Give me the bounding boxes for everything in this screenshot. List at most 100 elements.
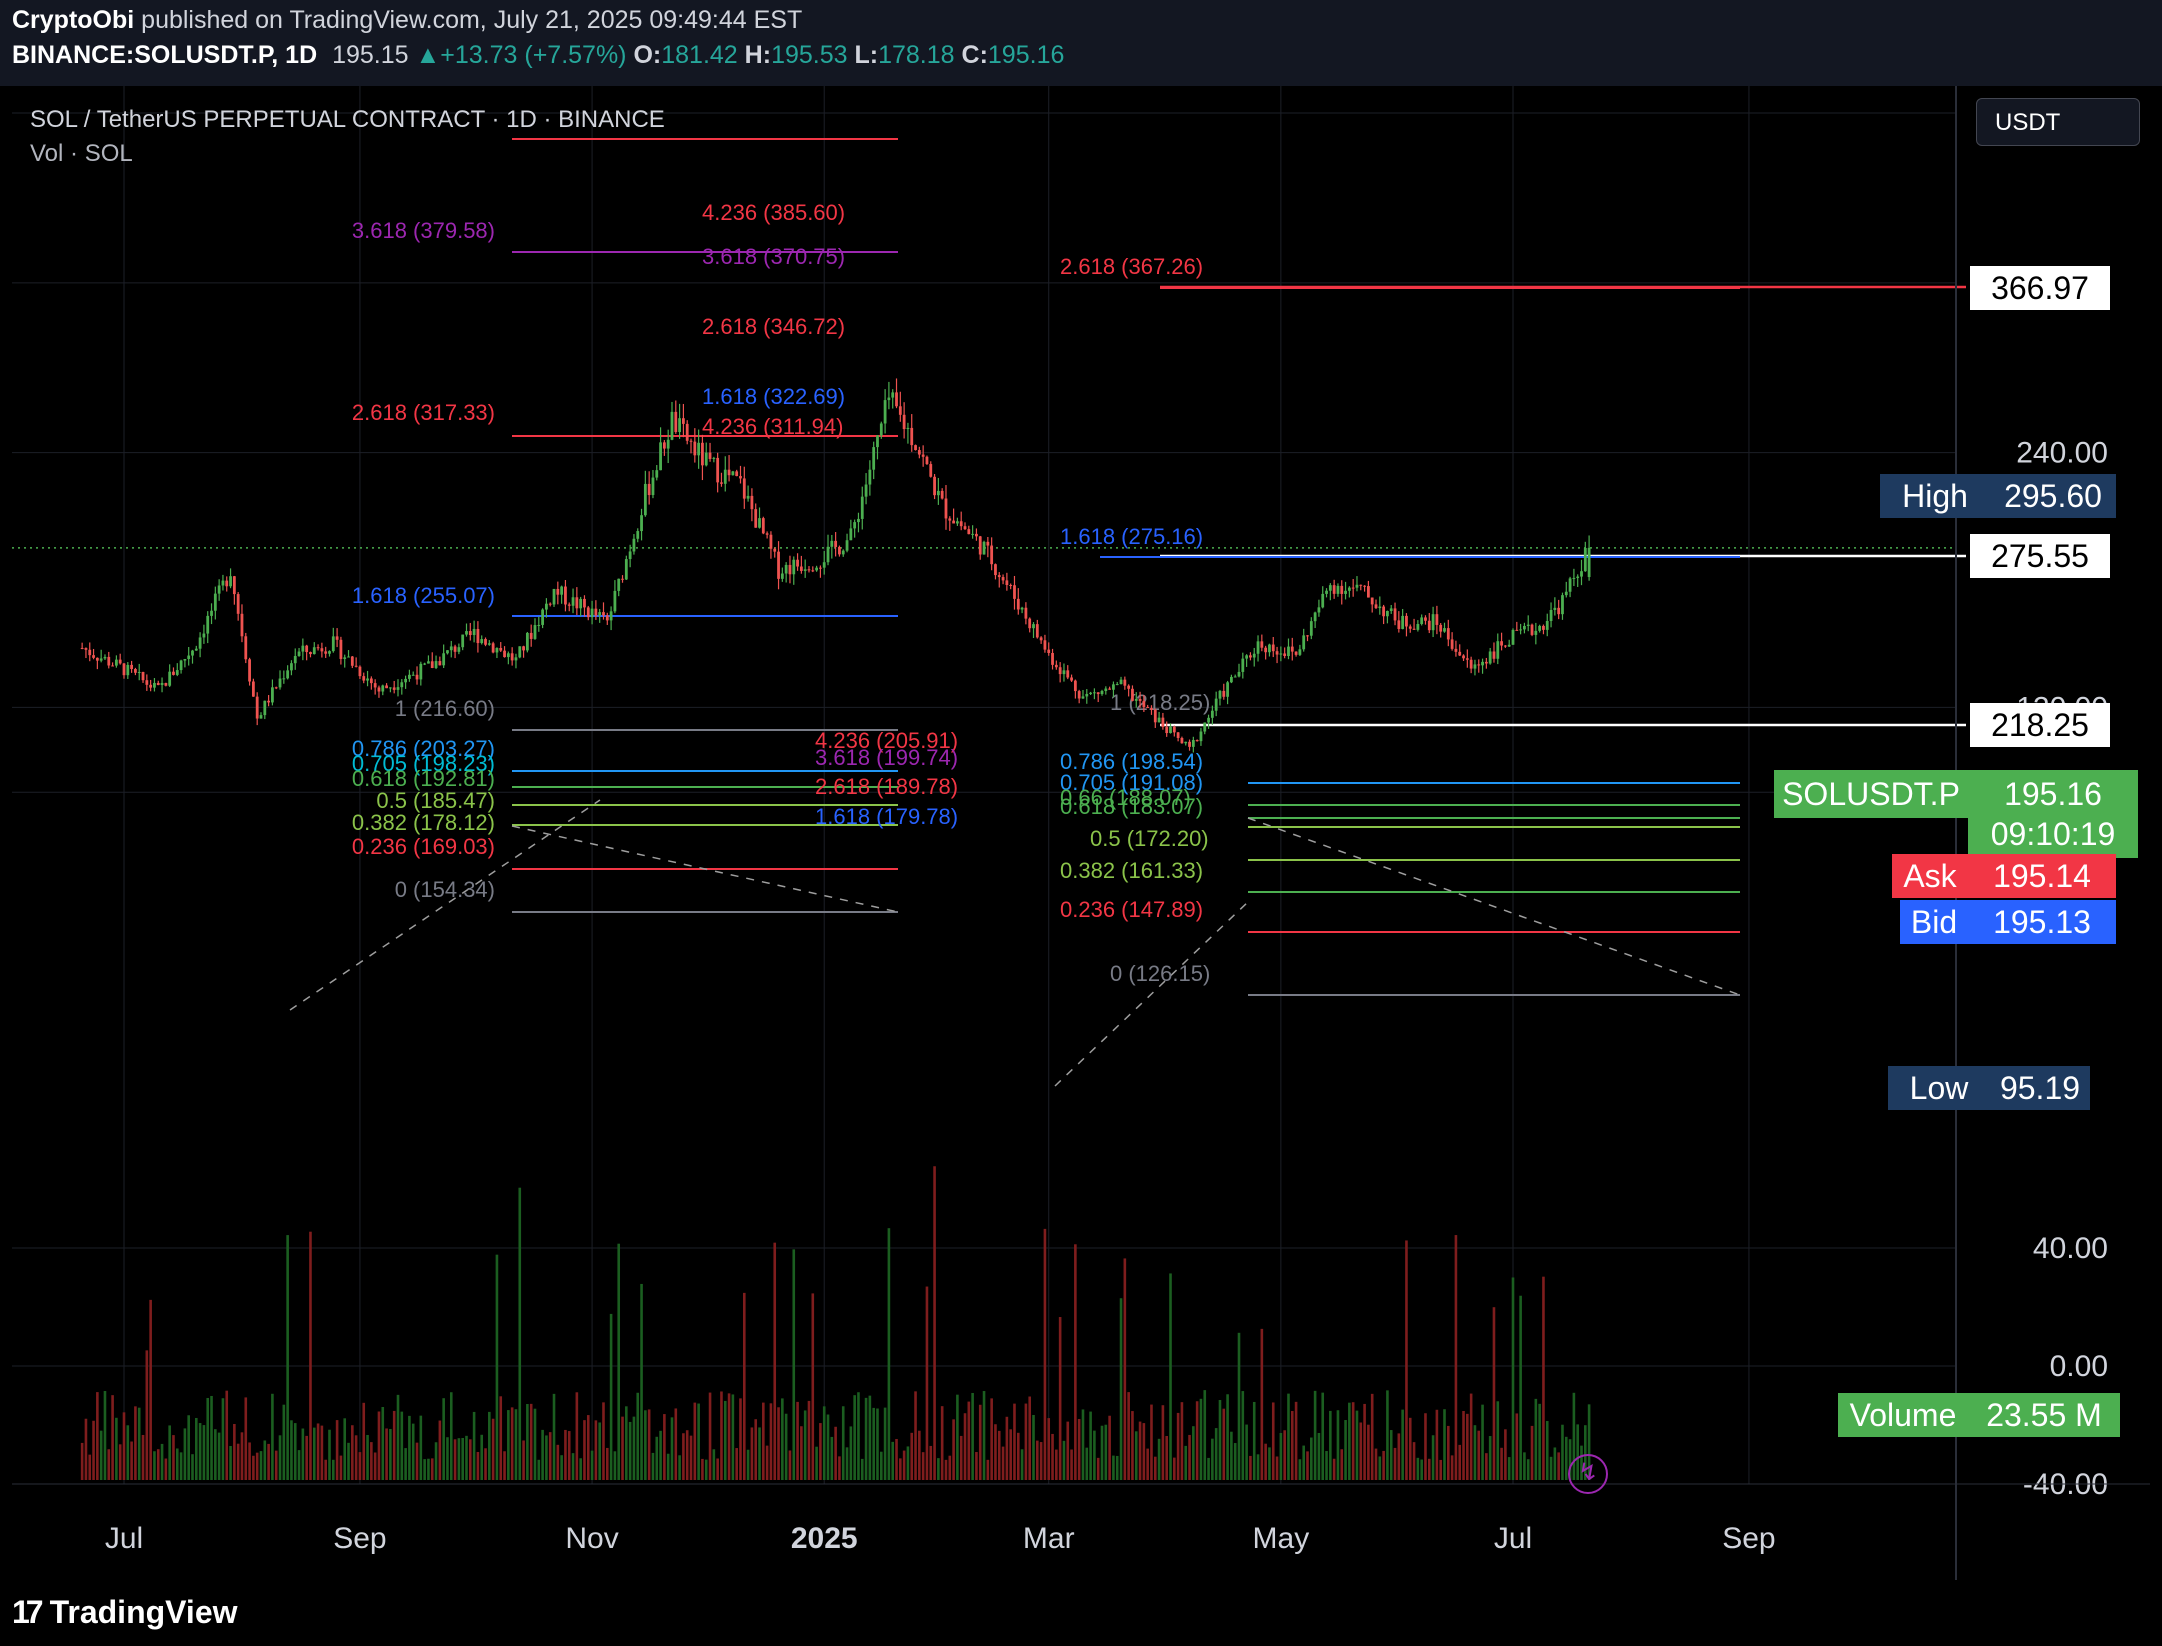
chart-title[interactable]: SOL / TetherUS PERPETUAL CONTRACT · 1D ·… — [30, 106, 665, 134]
candle-body — [1386, 610, 1389, 617]
fib-label: 0 (126.15) — [1110, 961, 1210, 986]
candle-body — [975, 533, 978, 537]
publish-header: CryptoObi published on TradingView.com, … — [0, 0, 2162, 86]
fib-label: 0.236 (169.03) — [352, 834, 495, 859]
volume-bar — [586, 1415, 590, 1480]
volume-bar — [297, 1450, 301, 1480]
volume-bar — [434, 1442, 438, 1480]
volume-bar — [678, 1455, 681, 1480]
volume-bar — [1469, 1393, 1473, 1480]
volume-bar — [484, 1448, 487, 1480]
volume-bar — [103, 1391, 107, 1480]
candle-body — [936, 490, 940, 496]
candle-body — [130, 664, 134, 670]
volume-bar — [1199, 1398, 1203, 1480]
low-value: 178.18 — [878, 41, 955, 69]
volume-bar — [647, 1409, 651, 1480]
candle-body — [1112, 684, 1115, 690]
candle-body — [845, 540, 849, 551]
currency-button[interactable]: USDT — [1976, 98, 2140, 146]
axes: 400.00320.00240.00120.0080.0040.000.00-4… — [12, 86, 2150, 1606]
candle-body — [1416, 624, 1420, 630]
fib-label: 1.618 (255.07) — [352, 583, 495, 608]
candle-body — [716, 457, 720, 483]
fib-label: 4.236 (385.60) — [702, 200, 845, 225]
candle-body — [617, 578, 621, 591]
volume-bar — [1112, 1455, 1115, 1480]
volume-bar — [1488, 1436, 1492, 1480]
candle-body — [746, 495, 750, 499]
volume-bar — [499, 1396, 503, 1480]
volume-bar — [385, 1428, 388, 1480]
candle-body — [213, 593, 217, 611]
volume-bar — [332, 1459, 335, 1480]
volume-bar — [1062, 1440, 1066, 1480]
volume-bar — [845, 1447, 849, 1480]
candle-body — [758, 518, 761, 528]
bar-countdown: 09:10:19 — [1990, 816, 2116, 852]
y-tick-label: 0.00 — [2050, 1350, 2108, 1383]
candle-body — [647, 483, 651, 496]
volume-bar — [1511, 1277, 1515, 1480]
volume-bar — [796, 1401, 799, 1480]
volume-legend[interactable]: Vol · SOL — [30, 140, 133, 168]
volume-bar — [739, 1398, 742, 1480]
candle-body — [605, 615, 609, 621]
volume-bar — [1405, 1240, 1408, 1480]
volume-bar — [1195, 1401, 1199, 1480]
candle-body — [316, 647, 320, 649]
volume-bar — [712, 1449, 716, 1480]
candle-body — [1241, 658, 1245, 672]
fib-label: 3.618 (370.75) — [702, 244, 845, 269]
chart-pane[interactable]: 3.618 (379.58) 2.618 (317.33) 1.618 (255.0… — [12, 86, 2150, 1606]
volume-bar — [956, 1394, 959, 1480]
lightning-icon[interactable]: ↯ — [1568, 1454, 1608, 1494]
candle-body — [168, 671, 172, 686]
candle-body — [761, 518, 765, 534]
volume-bar — [312, 1427, 316, 1480]
candle-body — [442, 653, 446, 666]
volume-bar — [522, 1440, 525, 1480]
volume-bar — [967, 1401, 971, 1480]
candle-body — [1180, 737, 1184, 744]
price-chart[interactable]: 3.618 (379.58) 2.618 (317.33) 1.618 (255.0… — [12, 86, 2150, 1606]
volume-bar — [765, 1445, 769, 1480]
volume-bar — [457, 1438, 461, 1480]
volume-bar — [1032, 1414, 1035, 1480]
candle-body — [1545, 620, 1549, 630]
candle-body — [1587, 547, 1591, 578]
volume-bar — [1492, 1307, 1496, 1480]
tradingview-logo[interactable]: 17 TradingView — [12, 1594, 238, 1631]
volume-bar — [1192, 1426, 1195, 1480]
candle-body — [895, 392, 898, 407]
candle-body — [388, 687, 392, 689]
candle-body — [1024, 607, 1028, 619]
candle-body — [377, 687, 381, 692]
symbol-name: BINANCE:SOLUSDT.P, 1D — [12, 41, 318, 69]
candle-body — [1161, 717, 1165, 727]
candle-body — [1431, 614, 1435, 631]
fib-label: 0.236 (147.89) — [1060, 897, 1203, 922]
candle-body — [1199, 731, 1203, 742]
x-tick-label: May — [1253, 1522, 1310, 1555]
candle-body — [335, 636, 339, 640]
candle-body — [784, 564, 788, 574]
level-badge-218: 218.25 — [1970, 703, 2110, 747]
volume-bar — [134, 1406, 137, 1480]
volume-bar — [1230, 1431, 1233, 1480]
candle-body — [796, 559, 799, 567]
candle-body — [499, 647, 503, 651]
candle-body — [586, 607, 590, 618]
candle-body — [632, 538, 636, 552]
volume-bar — [952, 1419, 955, 1480]
volume-bar — [971, 1392, 974, 1480]
candle-body — [1401, 615, 1405, 629]
candle-body — [1462, 655, 1465, 659]
volume-bar — [446, 1437, 449, 1480]
candle-body — [1374, 604, 1378, 609]
candle-body — [541, 609, 545, 625]
volume-bar — [1279, 1433, 1283, 1480]
author-name[interactable]: CryptoObi — [12, 6, 134, 34]
candle-body — [720, 482, 723, 484]
candle-body — [1264, 647, 1268, 653]
